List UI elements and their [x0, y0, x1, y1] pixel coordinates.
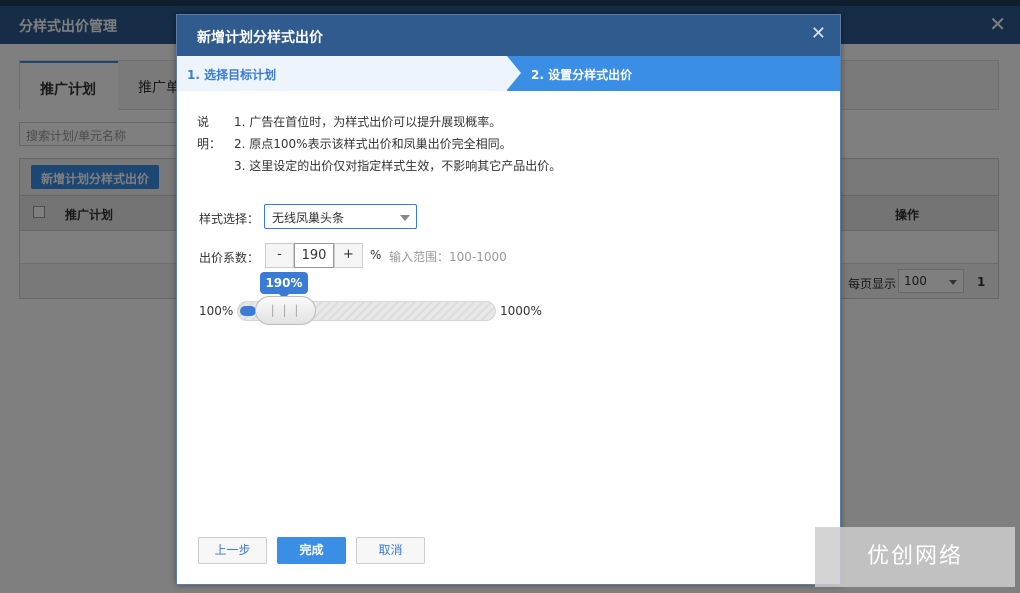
step-indicator: 1. 选择目标计划 2. 设置分样式出价 — [177, 56, 840, 91]
step-select-campaign: 1. 选择目标计划 — [177, 56, 507, 91]
cancel-button[interactable]: 取消 — [356, 537, 425, 564]
description-line: 2. 原点100%表示该样式出价和凤巢出价完全相同。 — [234, 137, 512, 151]
step-set-style-bid: 2. 设置分样式出价 — [531, 68, 633, 82]
style-select-label: 样式选择： — [199, 212, 260, 226]
description-head: 说明： — [197, 115, 222, 151]
increment-button[interactable]: + — [334, 243, 363, 268]
previous-step-button[interactable]: 上一步 — [198, 537, 267, 564]
dialog-header: 新增计划分样式出价 ✕ — [177, 15, 840, 56]
dialog-title: 新增计划分样式出价 — [197, 30, 323, 46]
step-arrow — [507, 56, 521, 90]
bid-coefficient-label: 出价系数： — [199, 251, 260, 265]
bid-coefficient-input[interactable]: 190 — [294, 243, 334, 268]
decrement-button[interactable]: - — [265, 243, 294, 268]
style-select[interactable]: 无线凤巢头条 — [264, 204, 417, 229]
slider-max-label: 1000% — [500, 304, 542, 318]
bid-slider-fill — [240, 306, 256, 316]
add-style-bid-dialog: 新增计划分样式出价 ✕ 1. 选择目标计划 2. 设置分样式出价 说明： 1. … — [176, 14, 841, 585]
range-hint: 输入范围：100-1000 — [389, 250, 507, 264]
close-icon[interactable]: ✕ — [811, 23, 826, 44]
watermark: 优创网络 — [815, 527, 1015, 587]
description-line: 3. 这里设定的出价仅对指定样式生效，不影响其它产品出价。 — [234, 159, 562, 173]
step-label: 1. 选择目标计划 — [187, 68, 277, 82]
done-button[interactable]: 完成 — [277, 537, 346, 564]
slider-min-label: 100% — [199, 304, 234, 318]
description-line: 1. 广告在首位时，为样式出价可以提升展现概率。 — [234, 115, 502, 129]
bid-slider-handle[interactable]: | | | — [255, 296, 316, 325]
style-select-value: 无线凤巢头条 — [272, 211, 345, 225]
slider-value-tooltip: 190% — [260, 272, 308, 294]
percent-unit: % — [370, 248, 382, 262]
chevron-down-icon — [400, 215, 410, 221]
